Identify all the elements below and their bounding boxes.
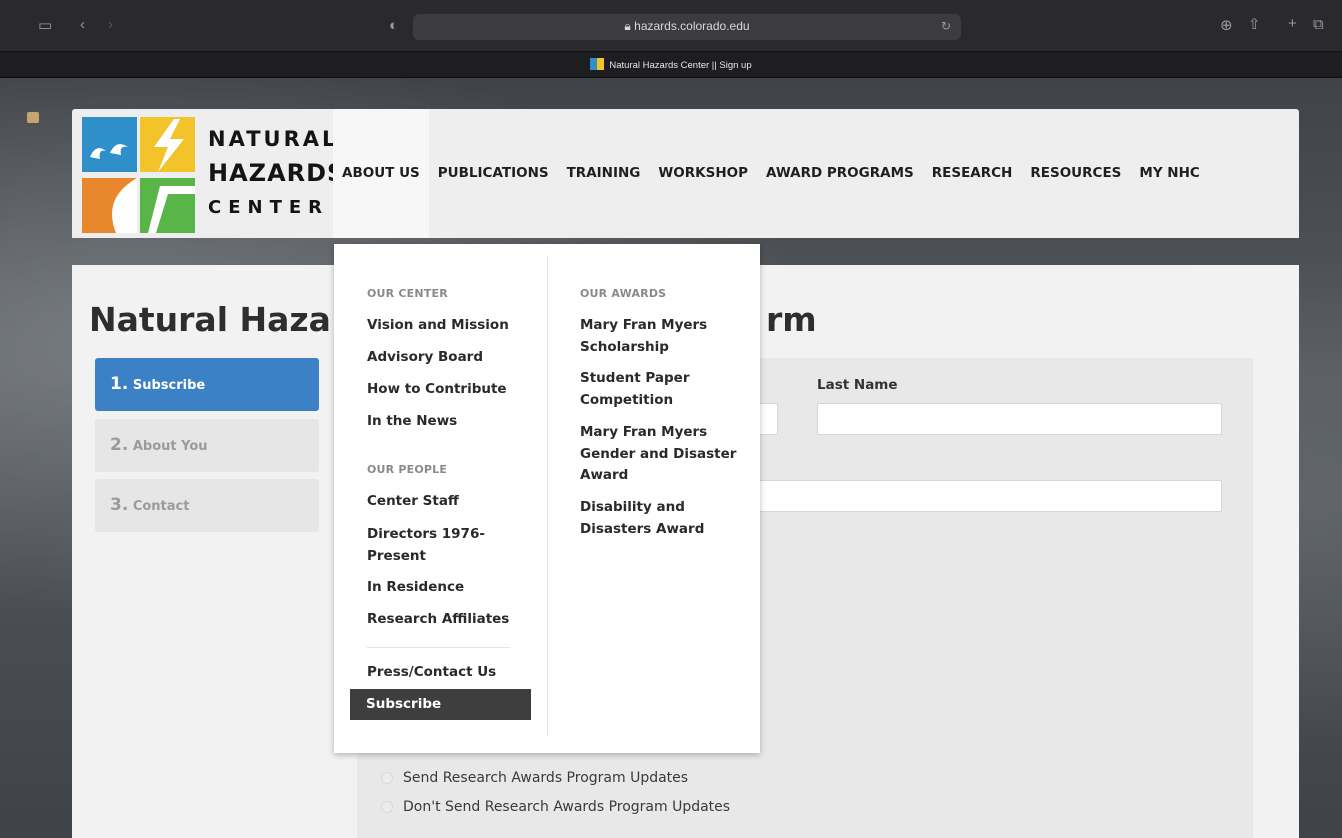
menu-disability-award[interactable]: Disability and Disasters Award	[580, 497, 730, 540]
step-number: 3.	[110, 495, 129, 515]
menu-how-to-contribute[interactable]: How to Contribute	[367, 379, 507, 401]
address-bar[interactable]: 🔒︎ hazards.colorado.edu ↻	[413, 14, 961, 40]
tab-bar: Natural Hazards Center || Sign up	[0, 52, 1342, 123]
url-text: hazards.colorado.edu	[634, 19, 750, 33]
menu-center-staff[interactable]: Center Staff	[367, 491, 459, 513]
step-label: Contact	[132, 499, 190, 514]
nav-about-us[interactable]: ABOUT US	[333, 109, 429, 238]
email-field[interactable]	[737, 480, 1222, 512]
menu-vision-and-mission[interactable]: Vision and Mission	[367, 315, 509, 337]
radio-dont-send-updates[interactable]: Don't Send Research Awards Program Updat…	[381, 799, 730, 815]
main-nav: ABOUT US PUBLICATIONS TRAINING WORKSHOP …	[333, 109, 1209, 238]
page-title: Natural Haza	[89, 300, 331, 339]
logo-lightning-tile	[140, 117, 195, 172]
menu-gender-disaster-award[interactable]: Mary Fran Myers Gender and Disaster Awar…	[580, 422, 745, 487]
radio-button[interactable]	[381, 801, 393, 813]
new-tab-icon[interactable]: +	[1288, 16, 1297, 31]
wave-icon	[90, 144, 128, 159]
privacy-shield-icon[interactable]: ◐	[389, 18, 398, 33]
menu-separator	[367, 647, 510, 648]
menu-subscribe[interactable]: Subscribe	[350, 689, 531, 720]
radio-label: Send Research Awards Program Updates	[403, 770, 689, 786]
forward-icon[interactable]: ›	[108, 17, 113, 32]
site-header: NATURAL HAZARDS CENTER ABOUT US PUBLICAT…	[72, 109, 1299, 238]
earthquake-icon	[140, 178, 195, 233]
active-tab[interactable]: Natural Hazards Center || Sign up	[0, 58, 1342, 71]
lock-icon: 🔒︎	[624, 19, 635, 33]
tab-overview-icon[interactable]: ⧉	[1313, 17, 1324, 32]
menu-press-contact[interactable]: Press/Contact Us	[367, 662, 496, 684]
menu-research-affiliates[interactable]: Research Affiliates	[367, 609, 509, 631]
nav-resources[interactable]: RESOURCES	[1021, 109, 1130, 238]
sidebar-toggle-icon[interactable]: ▭	[38, 18, 52, 33]
step-subscribe[interactable]: 1. Subscribe	[95, 358, 319, 411]
step-contact[interactable]: 3. Contact	[95, 479, 319, 532]
radio-send-updates[interactable]: Send Research Awards Program Updates	[381, 770, 688, 786]
browser-toolbar: ▭ ‹ › ◐ 🔒︎ hazards.colorado.edu ↻ ⊕ ⇧ + …	[0, 0, 1342, 52]
logo-fire-tile	[82, 178, 137, 233]
step-number: 1.	[110, 374, 129, 394]
back-icon[interactable]: ‹	[80, 17, 85, 32]
menu-student-paper[interactable]: Student Paper Competition	[580, 368, 730, 411]
radio-label: Don't Send Research Awards Program Updat…	[403, 799, 731, 815]
fire-icon	[112, 178, 137, 233]
step-about-you[interactable]: 2. About You	[95, 419, 319, 472]
nav-workshop[interactable]: WORKSHOP	[649, 109, 757, 238]
menu-advisory-board[interactable]: Advisory Board	[367, 347, 483, 369]
last-name-field[interactable]	[817, 403, 1222, 435]
radio-button[interactable]	[381, 772, 393, 784]
about-us-dropdown: OUR CENTER Vision and Mission Advisory B…	[334, 244, 760, 753]
cu-favicon-icon[interactable]	[27, 112, 39, 123]
menu-in-the-news[interactable]: In the News	[367, 411, 457, 433]
reload-icon[interactable]: ↻	[941, 19, 951, 33]
last-name-label: Last Name	[817, 377, 898, 393]
our-center-heading: OUR CENTER	[367, 287, 448, 300]
nhc-favicon-icon	[590, 58, 605, 70]
tab-title-text: Natural Hazards Center || Sign up	[609, 60, 752, 71]
dropdown-divider	[547, 256, 548, 736]
logo-quake-tile	[140, 178, 195, 233]
page-title-end: rm	[766, 300, 817, 339]
nav-my-nhc[interactable]: MY NHC	[1130, 109, 1208, 238]
nhc-logo[interactable]: NATURAL HAZARDS CENTER	[82, 117, 344, 233]
menu-directors[interactable]: Directors 1976-Present	[367, 524, 497, 567]
step-number: 2.	[110, 435, 129, 455]
logo-line-center: CENTER	[208, 197, 330, 218]
logo-wave-tile	[82, 117, 137, 172]
share-icon[interactable]: ⇧	[1248, 17, 1261, 32]
our-awards-heading: OUR AWARDS	[580, 287, 667, 300]
menu-myers-scholarship[interactable]: Mary Fran Myers Scholarship	[580, 315, 730, 358]
nav-training[interactable]: TRAINING	[558, 109, 650, 238]
nav-publications[interactable]: PUBLICATIONS	[429, 109, 558, 238]
nav-award-programs[interactable]: AWARD PROGRAMS	[757, 109, 923, 238]
nav-research[interactable]: RESEARCH	[923, 109, 1022, 238]
our-people-heading: OUR PEOPLE	[367, 463, 448, 476]
lightning-icon	[154, 119, 184, 172]
menu-in-residence[interactable]: In Residence	[367, 577, 464, 599]
logo-line-hazards: HAZARDS	[208, 159, 346, 187]
step-label: Subscribe	[132, 378, 206, 393]
logo-line-natural: NATURAL	[208, 127, 339, 151]
downloads-icon[interactable]: ⊕	[1220, 18, 1233, 33]
step-label: About You	[132, 439, 208, 454]
